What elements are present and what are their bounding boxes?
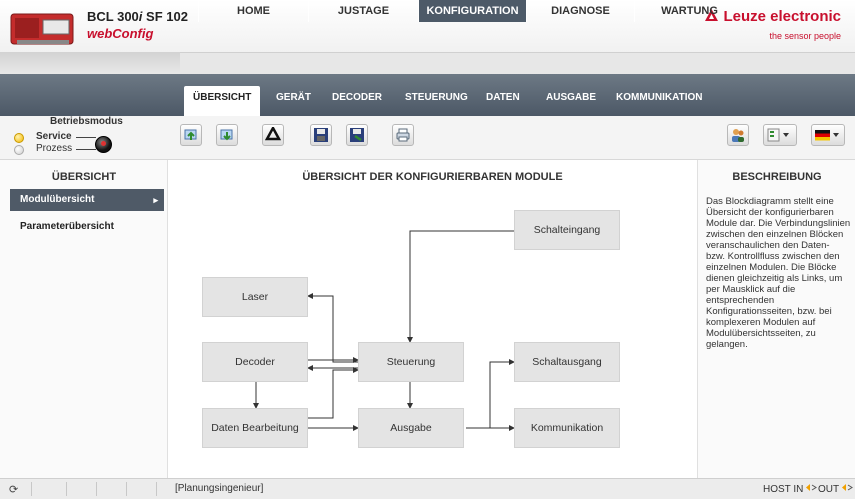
out-label: OUT xyxy=(818,484,839,495)
product-name: BCL 300i SF 102 xyxy=(87,9,188,24)
menu-icon xyxy=(767,128,793,142)
module-steuerung[interactable]: Steuerung xyxy=(358,342,464,382)
download-button[interactable] xyxy=(216,124,238,146)
users-button[interactable] xyxy=(727,124,749,146)
save-button[interactable] xyxy=(310,124,332,146)
nav-item-label: Modulübersicht xyxy=(20,194,95,205)
module-ausgabe[interactable]: Ausgabe xyxy=(358,408,464,448)
tab-home[interactable]: HOME xyxy=(198,0,308,22)
status-divider xyxy=(156,482,157,496)
status-bar: ⟳ [Planungsingenieur] HOST IN OUT xyxy=(0,478,855,499)
chevron-right-icon: ▸ xyxy=(153,195,158,205)
tab-diagnose[interactable]: DIAGNOSE xyxy=(526,0,634,22)
right-panel: BESCHREIBUNG Das Blockdiagramm stellt ei… xyxy=(697,160,855,478)
reset-button[interactable] xyxy=(262,124,284,146)
load-button[interactable] xyxy=(346,124,368,146)
module-laser[interactable]: Laser xyxy=(202,277,308,317)
refresh-icon[interactable]: ⟳ xyxy=(9,483,18,496)
mode-process-label: Prozess xyxy=(36,143,73,154)
module-kommunikation[interactable]: Kommunikation xyxy=(514,408,620,448)
module-schalteingang[interactable]: Schalteingang xyxy=(514,210,620,250)
module-daten-bearbeitung[interactable]: Daten Bearbeitung xyxy=(202,408,308,448)
upload-icon xyxy=(183,127,199,143)
tab-wartung[interactable]: WARTUNG xyxy=(634,0,744,22)
user-role: [Planungsingenieur] xyxy=(175,483,264,494)
tab-justage[interactable]: JUSTAGE xyxy=(308,0,418,22)
main-content: ÜBERSICHT Modulübersicht ▸ Parameterüber… xyxy=(0,160,855,478)
host-in-status: HOST IN xyxy=(763,483,818,495)
save-icon xyxy=(313,127,329,143)
recycle-icon xyxy=(265,127,281,143)
link-ausgabe-schaltausgang xyxy=(489,359,515,428)
brand-tagline: the sensor people xyxy=(769,31,841,41)
subtab-steuerung[interactable]: STEUERUNG xyxy=(396,86,477,116)
module-schaltausgang[interactable]: Schaltausgang xyxy=(514,342,620,382)
download-icon xyxy=(219,127,235,143)
subtab-decoder[interactable]: DECODER xyxy=(323,86,391,116)
upload-button[interactable] xyxy=(180,124,202,146)
subtab-geraet[interactable]: GERÄT xyxy=(267,86,320,116)
link-datenbearbeitung-steuerung xyxy=(308,367,359,419)
module-decoder[interactable]: Decoder xyxy=(202,342,308,382)
print-icon xyxy=(395,127,411,143)
mode-line-service xyxy=(76,137,96,138)
status-divider xyxy=(31,482,32,496)
mode-service-label: Service xyxy=(36,131,72,142)
mode-switch-knob[interactable] xyxy=(95,136,112,153)
host-in-label: HOST IN xyxy=(763,484,804,495)
sub-navigation: ÜBERSICHT GERÄT DECODER STEUERUNG DATEN … xyxy=(0,74,855,116)
nav-parameteruebersicht[interactable]: Parameterübersicht xyxy=(10,216,164,238)
description-title: BESCHREIBUNG xyxy=(732,171,822,183)
status-divider xyxy=(96,482,97,496)
mode-line-process xyxy=(76,149,96,150)
tab-konfiguration[interactable]: KONFIGURATION xyxy=(418,0,526,22)
print-button[interactable] xyxy=(392,124,414,146)
language-dropdown-button[interactable] xyxy=(811,124,845,146)
users-icon xyxy=(730,127,746,143)
left-panel: ÜBERSICHT Modulübersicht ▸ Parameterüber… xyxy=(0,160,168,478)
subtab-ausgabe[interactable]: AUSGABE xyxy=(537,86,605,116)
mode-title: Betriebsmodus xyxy=(50,116,123,127)
toolbar: Betriebsmodus Service Prozess xyxy=(0,116,855,160)
out-signal-icon xyxy=(841,484,853,495)
host-signal-icon xyxy=(806,484,818,495)
device-image xyxy=(9,10,77,48)
link-steuerung-laser xyxy=(307,293,358,363)
process-led-icon xyxy=(14,145,24,155)
status-divider xyxy=(66,482,67,496)
load-icon xyxy=(349,127,365,143)
tab-strip-decoration xyxy=(0,52,180,74)
app-name: webConfig xyxy=(87,26,154,41)
status-divider xyxy=(126,482,127,496)
link-schalteingang-steuerung xyxy=(407,230,514,343)
out-status: OUT xyxy=(818,483,853,495)
subtab-kommunikation[interactable]: KOMMUNIKATION xyxy=(607,86,711,116)
center-panel: ÜBERSICHT DER KONFIGURIERBAREN MODULE Sc… xyxy=(168,160,697,478)
left-panel-title: ÜBERSICHT xyxy=(51,171,117,183)
subtab-daten[interactable]: DATEN xyxy=(477,86,529,116)
menu-dropdown-button[interactable] xyxy=(763,124,797,146)
nav-moduluebersicht[interactable]: Modulübersicht ▸ xyxy=(10,189,164,211)
service-led-icon xyxy=(14,133,24,143)
subtab-uebersicht[interactable]: ÜBERSICHT xyxy=(184,86,261,116)
flag-de-icon xyxy=(814,128,842,142)
description-text: Das Blockdiagramm stellt eine Übersicht … xyxy=(706,196,851,350)
